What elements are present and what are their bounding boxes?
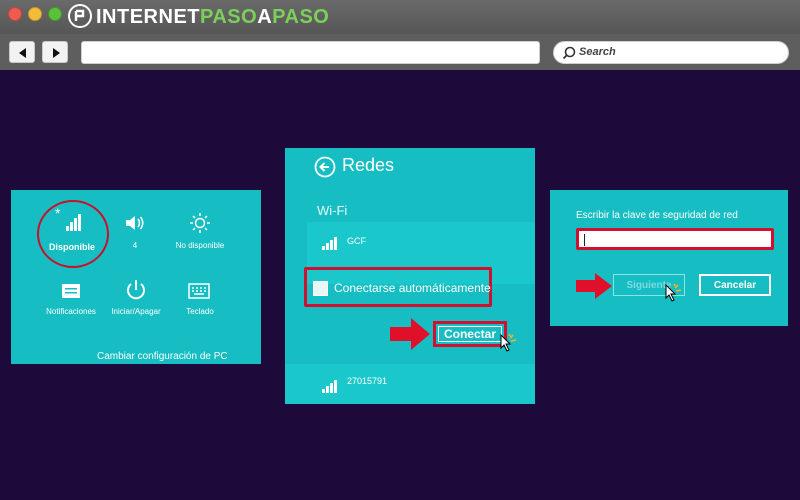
brightness-icon[interactable] <box>189 212 211 234</box>
network-ssid: 27015791 <box>347 376 388 386</box>
site-logo-text: INTERNETPASOAPASO <box>96 5 329 29</box>
networks-title: Redes <box>342 155 395 175</box>
text-caret <box>584 234 585 246</box>
search-input[interactable]: Search <box>553 41 789 64</box>
arrow-left-icon <box>19 48 26 58</box>
search-icon <box>562 46 576 60</box>
arrow-right-icon <box>53 48 60 58</box>
security-key-panel: Escribir la clave de seguridad de red Si… <box>550 190 788 326</box>
logo-word-paso: PASO <box>200 6 258 28</box>
browser-titlebar: INTERNETPASOAPASO <box>0 0 800 34</box>
forward-button[interactable] <box>42 41 68 63</box>
connect-button[interactable]: Conectar <box>433 321 507 347</box>
maximize-window-button[interactable] <box>48 7 62 21</box>
quick-settings-panel: * Disponible 4 No disponible Notificacio… <box>11 190 261 364</box>
volume-icon[interactable] <box>124 214 146 232</box>
logo-word-paso-2: PASO <box>272 6 330 28</box>
search-placeholder: Search <box>579 46 616 58</box>
keyboard-icon[interactable] <box>188 283 210 299</box>
minimize-window-button[interactable] <box>28 7 42 21</box>
close-window-button[interactable] <box>8 7 22 21</box>
site-logo-icon <box>68 4 92 28</box>
auto-connect-label: Conectarse automáticamente <box>334 281 491 295</box>
red-arrow-icon <box>576 273 612 299</box>
cancel-button[interactable]: Cancelar <box>699 274 771 296</box>
svg-text:*: * <box>55 207 61 221</box>
network-item-27015791[interactable]: 27015791 <box>285 364 535 404</box>
networks-panel: Redes Wi-Fi GCF Conectarse automáticamen… <box>285 148 535 404</box>
security-key-input[interactable] <box>576 228 774 250</box>
logo-word-internet: INTERNET <box>96 6 200 28</box>
address-bar[interactable] <box>81 41 540 64</box>
security-key-label: Escribir la clave de seguridad de red <box>576 210 738 221</box>
mouse-cursor-icon <box>500 334 517 352</box>
notifications-icon[interactable] <box>61 283 81 299</box>
brightness-status-label: No disponible <box>175 241 225 250</box>
red-arrow-icon <box>390 318 430 350</box>
keyboard-label: Teclado <box>186 307 214 316</box>
back-arrow-icon[interactable] <box>314 156 336 178</box>
browser-navbar: Search <box>0 34 800 70</box>
network-ssid: GCF <box>347 236 366 246</box>
change-pc-settings-link[interactable]: Cambiar configuración de PC <box>97 351 228 362</box>
auto-connect-checkbox[interactable] <box>313 281 328 296</box>
power-icon[interactable] <box>125 279 147 301</box>
wifi-signal-icon[interactable]: * <box>55 207 85 233</box>
wifi-section-heading: Wi-Fi <box>317 203 348 218</box>
mouse-cursor-icon <box>665 284 682 302</box>
wifi-signal-icon <box>322 237 337 250</box>
logo-word-a: A <box>257 6 273 28</box>
back-button[interactable] <box>9 41 35 63</box>
wifi-signal-icon <box>322 380 337 393</box>
